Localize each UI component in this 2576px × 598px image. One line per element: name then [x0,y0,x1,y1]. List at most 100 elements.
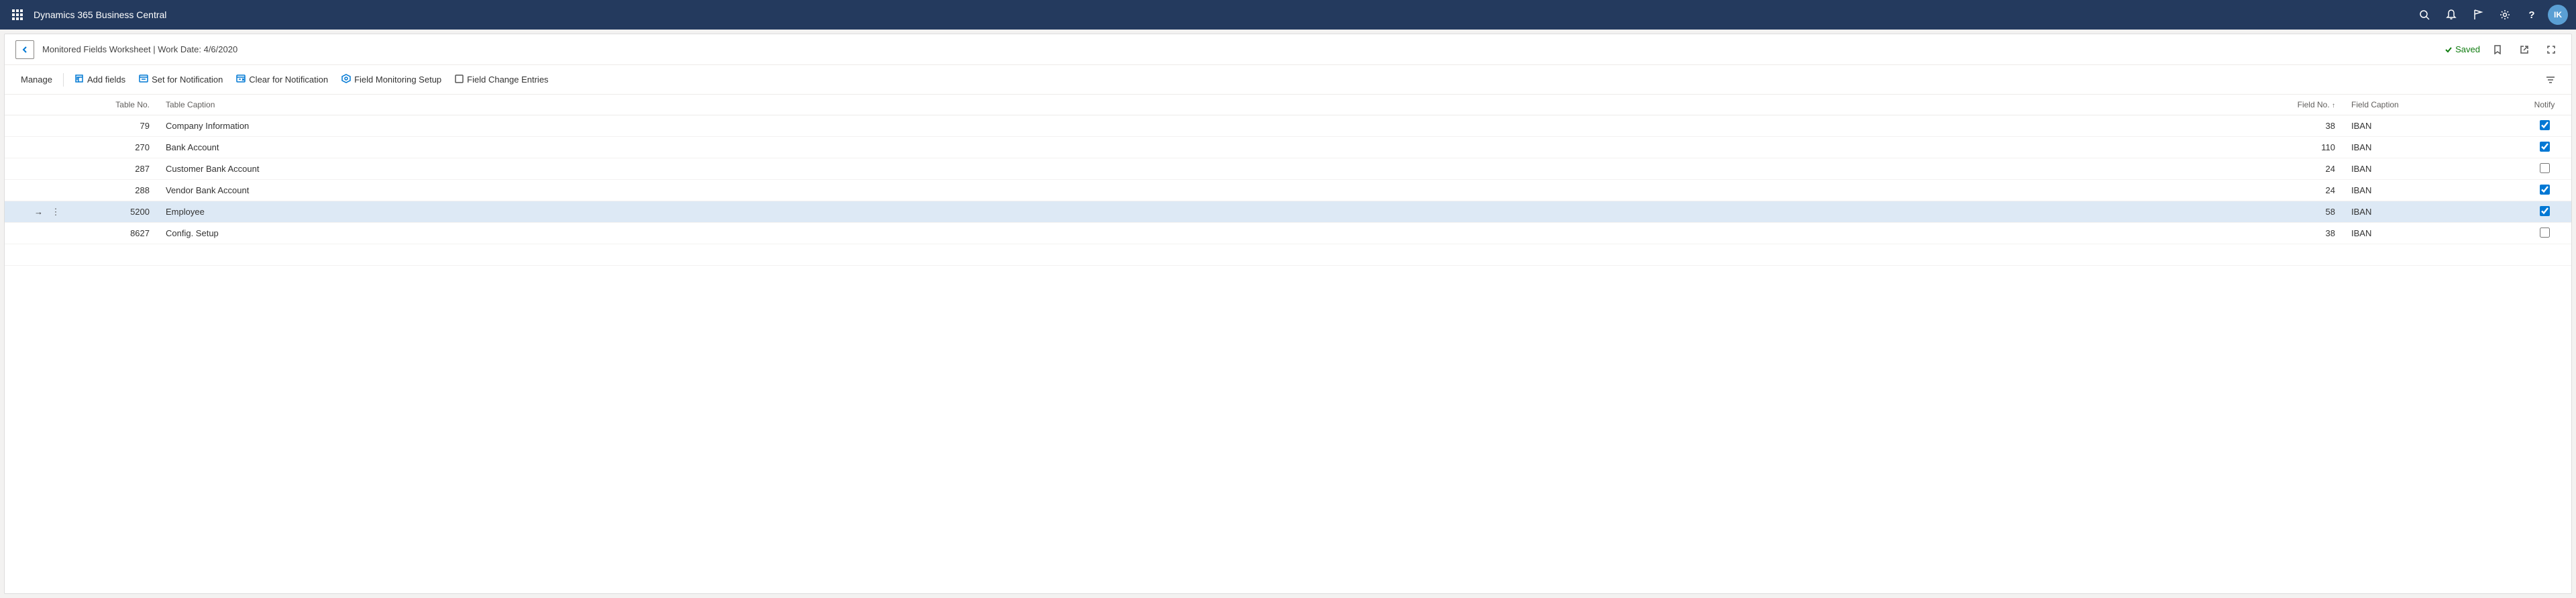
row-table-caption [158,244,2263,266]
row-notify-cell [2518,115,2571,137]
user-avatar[interactable]: IK [2548,5,2568,25]
row-table-caption: Customer Bank Account [158,158,2263,180]
row-notify-cell [2518,244,2571,266]
notify-checkbox[interactable] [2540,228,2550,238]
app-title: Dynamics 365 Business Central [34,9,2414,20]
row-notify-cell [2518,180,2571,201]
page-title: Monitored Fields Worksheet | Work Date: … [42,44,2445,54]
row-context-menu[interactable]: ⋮ [48,201,64,223]
row-arrow [32,244,48,266]
field-change-entries-button[interactable]: Field Change Entries [449,71,553,89]
row-field-caption: IBAN [2343,158,2518,180]
row-selector-cell [5,223,32,244]
row-selector-cell [5,137,32,158]
row-table-no: 270 [64,137,158,158]
col-header-field-caption[interactable]: Field Caption [2343,95,2518,115]
filter-button[interactable] [2540,72,2561,88]
table-row: →⋮5200Employee58IBAN [5,201,2571,223]
table-row: 79Company Information38IBAN [5,115,2571,137]
field-monitoring-setup-button[interactable]: Field Monitoring Setup [336,70,447,89]
row-selector-cell [5,115,32,137]
help-icon[interactable]: ? [2521,4,2542,26]
toolbar: Manage Add fields Set for Notification [5,65,2571,95]
manage-menu[interactable]: Manage [15,71,58,88]
row-table-caption: Config. Setup [158,223,2263,244]
row-arrow [32,180,48,201]
add-fields-label: Add fields [87,74,125,85]
table-row: 8627Config. Setup38IBAN [5,223,2571,244]
settings-icon[interactable] [2494,4,2516,26]
search-icon[interactable] [2414,4,2435,26]
col-header-table-no[interactable]: Table No. [64,95,158,115]
clear-notification-icon [236,74,246,85]
row-field-caption: IBAN [2343,201,2518,223]
row-table-no [64,244,158,266]
table-row [5,244,2571,266]
row-field-no: 24 [2263,158,2343,180]
notify-checkbox[interactable] [2540,120,2550,130]
col-header-notify: Notify [2518,95,2571,115]
row-context-menu [48,223,64,244]
row-arrow: → [32,201,48,223]
row-table-no: 287 [64,158,158,180]
row-table-no: 8627 [64,223,158,244]
row-field-caption: IBAN [2343,223,2518,244]
add-fields-icon [74,74,84,85]
back-button[interactable] [15,40,34,59]
set-notification-icon [139,74,148,85]
row-field-caption: IBAN [2343,180,2518,201]
set-for-notification-button[interactable]: Set for Notification [133,70,228,89]
row-field-caption: IBAN [2343,137,2518,158]
notify-checkbox[interactable] [2540,163,2550,173]
row-context-menu [48,115,64,137]
topbar: Dynamics 365 Business Central [0,0,2576,30]
field-change-icon [455,74,464,85]
table-row: 287Customer Bank Account24IBAN [5,158,2571,180]
bookmark-icon[interactable] [2488,40,2507,59]
row-selector-cell [5,158,32,180]
row-table-no: 79 [64,115,158,137]
manage-label: Manage [21,74,52,85]
saved-status: Saved [2445,44,2480,54]
row-table-no: 5200 [64,201,158,223]
notify-checkbox[interactable] [2540,185,2550,195]
row-field-no [2263,244,2343,266]
row-arrow [32,115,48,137]
flag-icon[interactable] [2467,4,2489,26]
col-header-dots [48,95,64,115]
clear-for-notification-button[interactable]: Clear for Notification [231,70,333,89]
row-table-no: 288 [64,180,158,201]
row-arrow [32,223,48,244]
expand-icon[interactable] [2542,40,2561,59]
row-table-caption: Bank Account [158,137,2263,158]
clear-notification-label: Clear for Notification [249,74,328,85]
row-selector-cell [5,180,32,201]
row-notify-cell [2518,158,2571,180]
row-selector-cell [5,244,32,266]
table-header-row: Table No. Table Caption Field No. ↑ Fiel… [5,95,2571,115]
notify-checkbox[interactable] [2540,142,2550,152]
open-in-new-icon[interactable] [2515,40,2534,59]
toolbar-separator-1 [63,73,64,87]
notification-icon[interactable] [2440,4,2462,26]
data-table: Table No. Table Caption Field No. ↑ Fiel… [5,95,2571,266]
row-selector-cell [5,201,32,223]
table-row: 288Vendor Bank Account24IBAN [5,180,2571,201]
row-field-no: 24 [2263,180,2343,201]
table-area: Table No. Table Caption Field No. ↑ Fiel… [5,95,2571,266]
row-context-menu [48,137,64,158]
row-notify-cell [2518,201,2571,223]
field-monitoring-icon [341,74,351,85]
topbar-icons: ? IK [2414,4,2568,26]
notify-checkbox[interactable] [2540,206,2550,216]
row-table-caption: Company Information [158,115,2263,137]
row-notify-cell [2518,223,2571,244]
set-notification-label: Set for Notification [152,74,223,85]
add-fields-button[interactable]: Add fields [69,70,131,89]
row-arrow [32,137,48,158]
col-header-field-no[interactable]: Field No. ↑ [2263,95,2343,115]
waffle-icon[interactable] [8,5,27,24]
col-header-arrow [32,95,48,115]
col-header-table-caption[interactable]: Table Caption [158,95,2263,115]
row-field-no: 58 [2263,201,2343,223]
